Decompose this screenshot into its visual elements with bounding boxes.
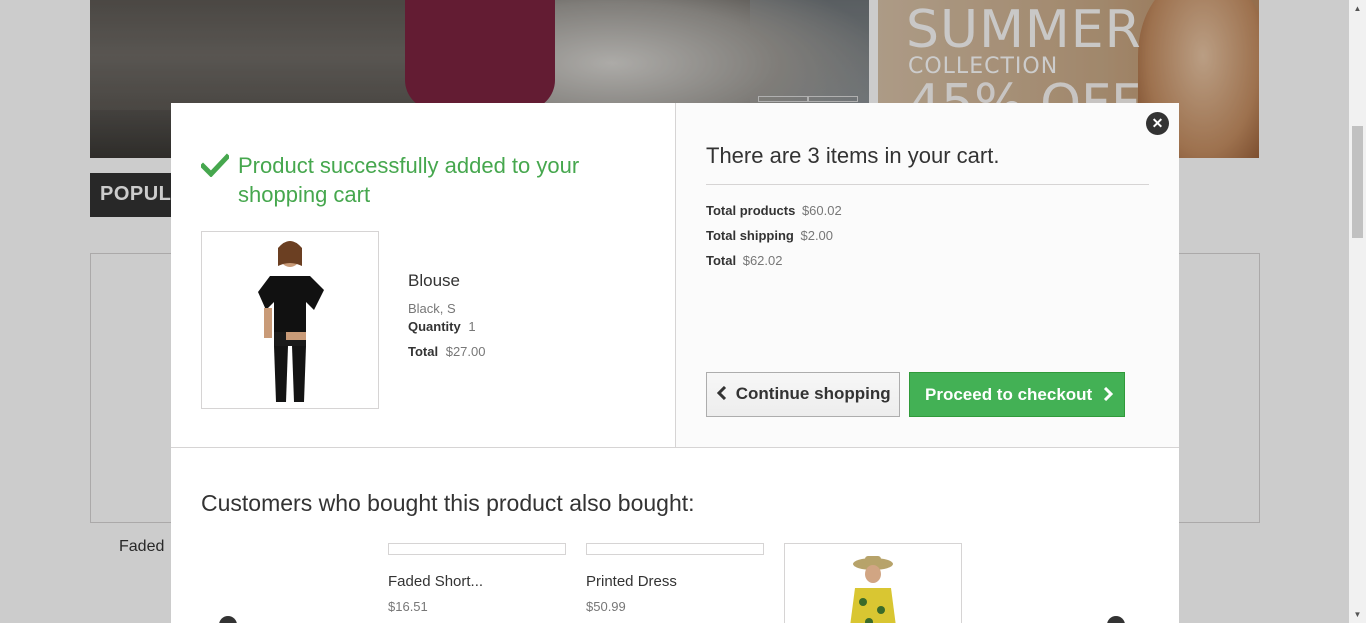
close-icon[interactable]: ✕: [1146, 112, 1169, 135]
proceed-to-checkout-button[interactable]: Proceed to checkout: [909, 372, 1125, 417]
yellow-dress-figure: [850, 556, 896, 623]
modal-divider: [171, 447, 1179, 448]
cart-summary-pane: There are 3 items in your cart. Total pr…: [676, 103, 1179, 448]
product-name: Blouse: [408, 271, 460, 290]
chevron-right-icon: [1103, 386, 1114, 402]
product-quantity: Quantity 1: [408, 319, 476, 334]
total-shipping-value: $2.00: [800, 228, 834, 243]
crossselling-item-price: $16.51: [388, 599, 428, 614]
crossselling-item-name[interactable]: Printed Dress: [586, 573, 677, 590]
product-total-label: Total: [408, 344, 439, 359]
product-total-value: $27.00: [445, 344, 486, 359]
crossselling-item-image[interactable]: [586, 543, 764, 555]
product-image: [201, 231, 379, 409]
crossselling-title: Customers who bought this product also b…: [201, 490, 695, 516]
product-added-pane: Product successfully added to your shopp…: [171, 103, 676, 448]
cart-total-row: Total $62.02: [706, 253, 782, 268]
add-to-cart-modal: Product successfully added to your shopp…: [171, 103, 1179, 623]
cart-total-label: Total: [706, 253, 737, 268]
scrollbar-thumb[interactable]: [1352, 126, 1363, 238]
product-total: Total $27.00: [408, 344, 485, 359]
continue-shopping-button[interactable]: Continue shopping: [706, 372, 900, 417]
product-attributes: Black, S: [408, 301, 456, 316]
check-icon: [201, 153, 229, 177]
crossselling-item-price: $50.99: [586, 599, 626, 614]
quantity-label: Quantity: [408, 319, 461, 334]
total-products-value: $60.02: [801, 203, 842, 218]
scroll-down-icon[interactable]: ▼: [1349, 606, 1366, 623]
cart-total-value: $62.02: [742, 253, 783, 268]
page-scrollbar[interactable]: ▲ ▼: [1349, 0, 1366, 623]
total-shipping-label: Total shipping: [706, 228, 794, 243]
success-text: Product successfully added to your shopp…: [238, 153, 580, 207]
total-products-label: Total products: [706, 203, 796, 218]
checkout-label: Proceed to checkout: [925, 385, 1093, 404]
total-shipping-row: Total shipping $2.00: [706, 228, 833, 243]
blouse-model-figure: [258, 241, 324, 402]
continue-shopping-label: Continue shopping: [735, 384, 891, 403]
cart-heading: There are 3 items in your cart.: [706, 143, 1000, 168]
crossselling-item-image[interactable]: [388, 543, 566, 555]
carousel-next-icon[interactable]: [1107, 616, 1125, 623]
crossselling-item[interactable]: Printed Dress $50.99: [586, 543, 764, 614]
quantity-value: 1: [468, 319, 476, 334]
carousel-prev-icon[interactable]: [219, 616, 237, 623]
total-products-row: Total products $60.02: [706, 203, 842, 218]
crossselling-item[interactable]: Faded Short... $16.51: [388, 543, 566, 614]
cart-divider: [706, 184, 1149, 185]
scroll-up-icon[interactable]: ▲: [1349, 0, 1366, 17]
crossselling-item-name[interactable]: Faded Short...: [388, 573, 483, 590]
crossselling-item-image[interactable]: [784, 543, 962, 623]
chevron-left-icon: [716, 385, 727, 401]
